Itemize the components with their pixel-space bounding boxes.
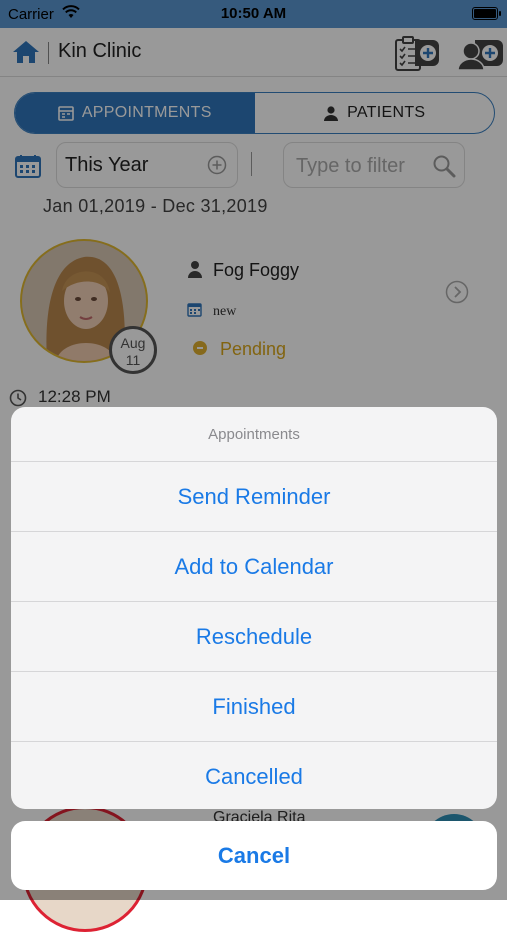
finished-button[interactable]: Finished xyxy=(11,672,497,742)
add-to-calendar-button[interactable]: Add to Calendar xyxy=(11,532,497,602)
cancelled-button[interactable]: Cancelled xyxy=(11,742,497,809)
reschedule-button[interactable]: Reschedule xyxy=(11,602,497,672)
action-sheet: Appointments Send Reminder Add to Calend… xyxy=(11,407,497,809)
send-reminder-button[interactable]: Send Reminder xyxy=(11,462,497,532)
cancel-button[interactable]: Cancel xyxy=(11,821,497,890)
action-sheet-title: Appointments xyxy=(11,407,497,462)
